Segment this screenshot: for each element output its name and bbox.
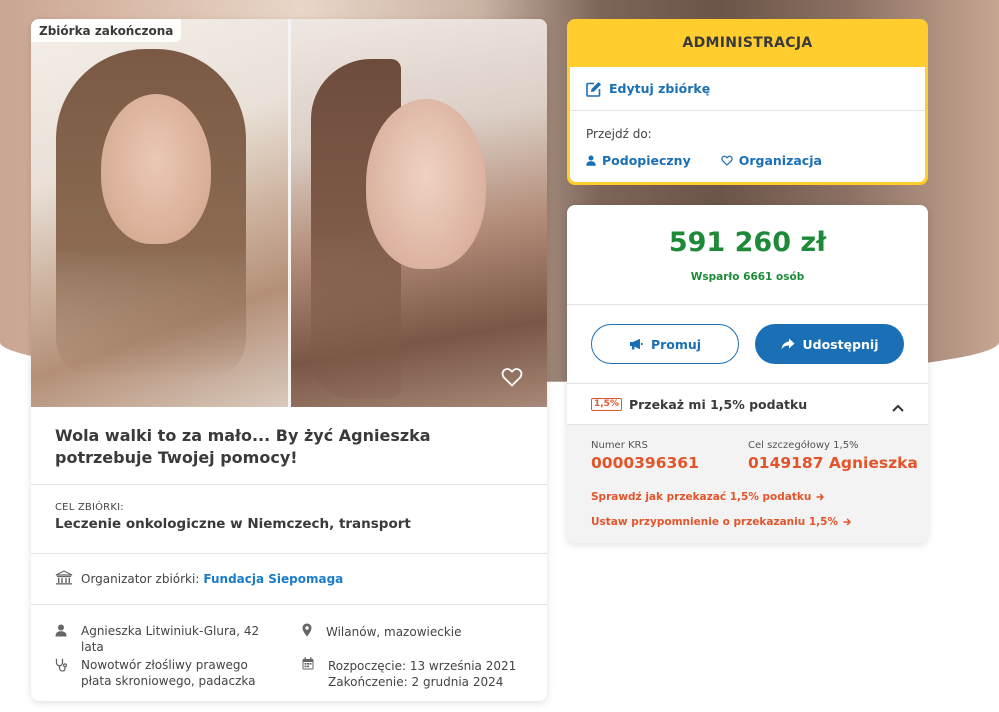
funding-card: 591 260 zł Wsparło 6661 osób Promuj Udos…	[567, 205, 928, 543]
dates-info: Rozpoczęcie: 13 września 2021 Zakończeni…	[302, 656, 532, 690]
end-date: Zakończenie: 2 grudnia 2024	[328, 675, 504, 689]
divider	[567, 304, 928, 305]
organization-link[interactable]: Organizacja	[721, 153, 822, 168]
organizer-label: Organizator zbiórki:	[81, 572, 200, 586]
target-value: 0149187 Agnieszka	[748, 454, 918, 472]
favorite-heart-icon[interactable]	[500, 365, 524, 389]
admin-panel: ADMINISTRACJA Edytuj zbiórkę Przejdź do:…	[567, 19, 928, 185]
status-badge: Zbiórka zakończona	[31, 19, 182, 42]
campaign-title: Wola walki to za mało... By żyć Agnieszk…	[55, 426, 431, 467]
edit-icon	[586, 81, 601, 97]
diagnosis-info: Nowotwór złośliwy prawego płata skroniow…	[55, 657, 285, 689]
beneficiary-link-label: Podopieczny	[602, 153, 691, 168]
tax-section-toggle[interactable]: 1,5% Przekaż mi 1,5% podatku	[567, 384, 928, 424]
photo-after	[291, 19, 547, 407]
diagnosis-text: Nowotwór złośliwy prawego płata skroniow…	[81, 658, 256, 688]
organizer-section: Organizator zbiórki: Fundacja Siepomaga	[31, 554, 547, 605]
arrow-right-icon	[843, 518, 851, 526]
stethoscope-icon	[55, 658, 67, 672]
person-icon	[586, 155, 596, 166]
tax-reminder-link[interactable]: Ustaw przypomnienie o przekazaniu 1,5%	[591, 516, 851, 528]
campaign-title-section: Wola walki to za mało... By żyć Agnieszk…	[31, 407, 547, 485]
admin-header: ADMINISTRACJA	[682, 35, 813, 51]
tax-howto-label: Sprawdź jak przekazać 1,5% podatku	[591, 491, 812, 503]
share-label: Udostępnij	[802, 336, 879, 352]
location-info: Wilanów, mazowieckie	[302, 622, 532, 640]
beneficiary-link[interactable]: Podopieczny	[586, 153, 691, 168]
goal-label: CEL ZBIÓRKI:	[55, 502, 124, 513]
goto-label: Przejdź do:	[586, 127, 652, 141]
building-icon	[55, 569, 73, 589]
tax-howto-link[interactable]: Sprawdź jak przekazać 1,5% podatku	[591, 491, 825, 503]
campaign-photo[interactable]: Zbiórka zakończona	[31, 19, 547, 407]
beneficiary-info: Agnieszka Litwiniuk-Glura, 42 lata	[55, 623, 285, 655]
krs-label: Numer KRS	[591, 440, 648, 451]
share-button[interactable]: Udostępnij	[755, 324, 904, 364]
campaign-info: Agnieszka Litwiniuk-Glura, 42 lata Wilan…	[31, 605, 547, 701]
organizer-link[interactable]: Fundacja Siepomaga	[203, 572, 343, 586]
edit-campaign-link[interactable]: Edytuj zbiórkę	[570, 67, 925, 111]
promote-button[interactable]: Promuj	[591, 324, 739, 364]
tax-reminder-label: Ustaw przypomnienie o przekazaniu 1,5%	[591, 516, 838, 528]
heart-icon	[721, 155, 733, 166]
promote-label: Promuj	[650, 336, 702, 352]
location-pin-icon	[302, 623, 312, 637]
organization-link-label: Organizacja	[738, 153, 822, 168]
target-label: Cel szczegółowy 1,5%	[748, 440, 859, 451]
person-icon	[55, 624, 67, 637]
share-arrow-icon	[781, 338, 794, 350]
amount-raised: 591 260 zł	[668, 227, 827, 258]
supporters-count: Wsparło 6661 osób	[690, 271, 805, 283]
megaphone-icon	[629, 338, 643, 350]
photo-before	[31, 19, 288, 407]
arrow-right-icon	[816, 493, 825, 501]
edit-campaign-label: Edytuj zbiórkę	[609, 81, 711, 96]
tax-percent-badge: 1,5%	[591, 397, 622, 411]
campaign-goal-section: CEL ZBIÓRKI: Leczenie onkologiczne w Nie…	[31, 485, 547, 554]
start-date: Rozpoczęcie: 13 września 2021	[328, 659, 517, 673]
location-text: Wilanów, mazowieckie	[326, 625, 462, 639]
calendar-icon	[302, 657, 314, 670]
beneficiary-text: Agnieszka Litwiniuk-Glura, 42 lata	[81, 624, 260, 654]
krs-value: 0000396361	[591, 454, 699, 472]
tax-panel: Numer KRS 0000396361 Cel szczegółowy 1,5…	[567, 424, 928, 543]
goal-value: Leczenie onkologiczne w Niemczech, trans…	[55, 516, 411, 532]
campaign-card: Zbiórka zakończona Wola walki to za mało…	[31, 19, 547, 701]
chevron-up-icon[interactable]	[892, 397, 904, 416]
tax-section-title: Przekaż mi 1,5% podatku	[628, 396, 808, 412]
